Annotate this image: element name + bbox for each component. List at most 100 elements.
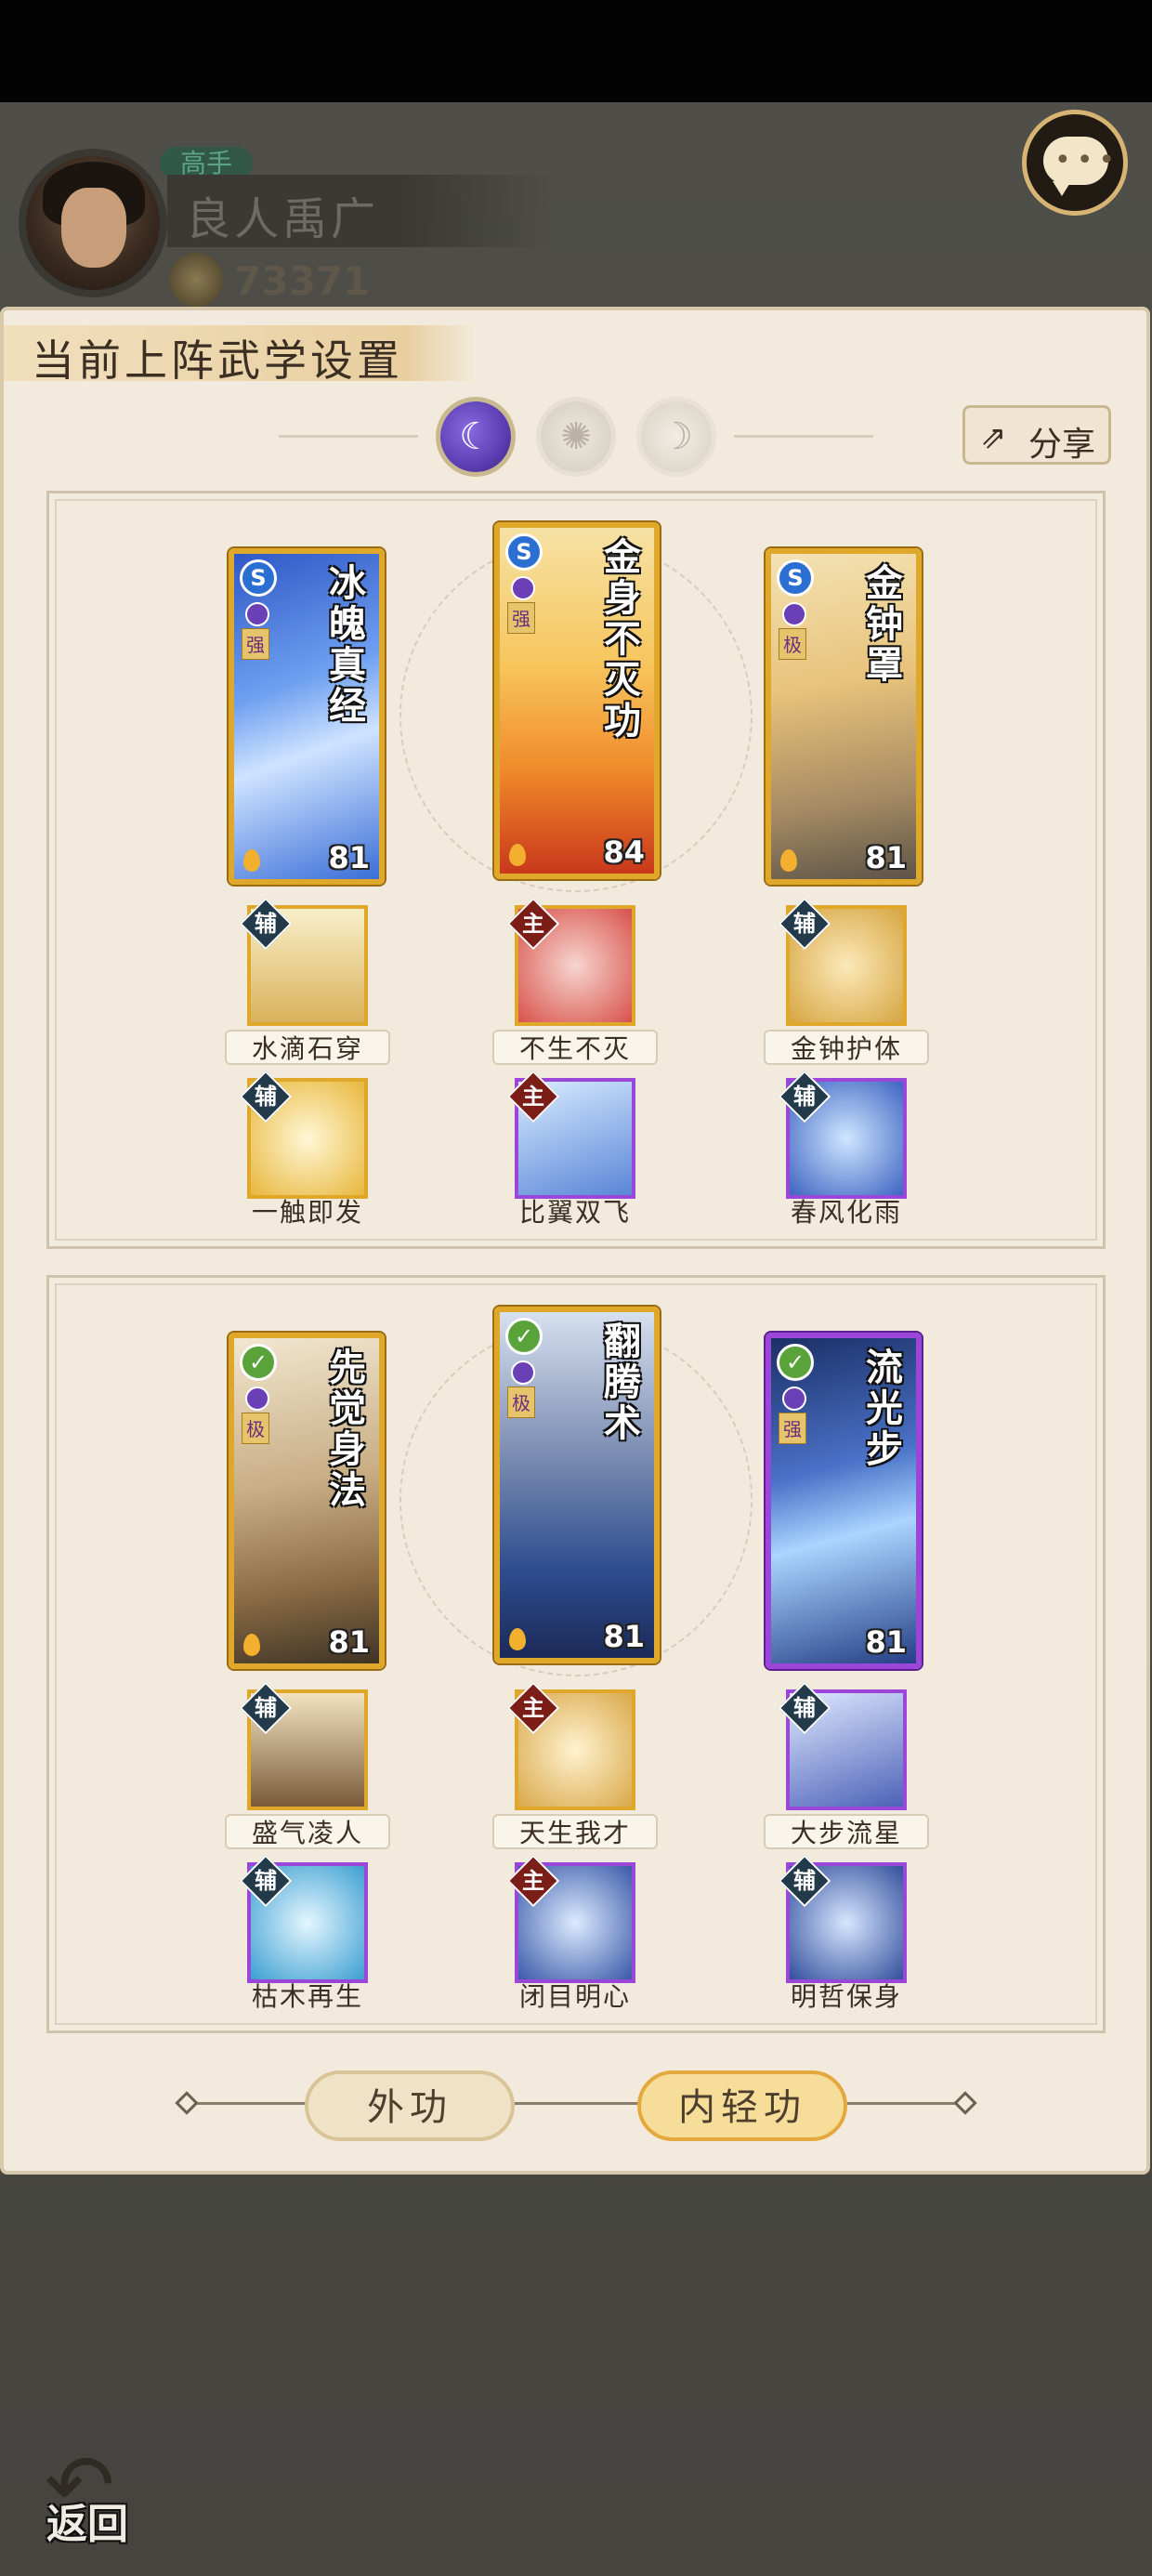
bottom-divider-right (847, 2102, 964, 2105)
skill-label: 大步流星 (764, 1814, 929, 1849)
card-title: 翻腾术 (604, 1320, 641, 1445)
tier-badge: 强 (779, 1413, 806, 1444)
crescent-icon: ☽ (660, 415, 693, 458)
skill-icon[interactable]: 辅 (778, 1070, 907, 1199)
bottom-divider-center (515, 2102, 639, 2105)
tier-badge: 强 (507, 602, 535, 634)
skill-label: 枯木再生 (251, 1981, 363, 2012)
skill-card-2[interactable]: S 强 金身不灭功 84 (494, 522, 660, 879)
tab-crescent[interactable]: ☽ (641, 401, 712, 472)
type-icon: ✓ (240, 1344, 277, 1381)
skill-label: 比翼双飞 (518, 1197, 631, 1228)
player-name: 良人禹广 (186, 193, 380, 245)
badge-text: 辅 (793, 1083, 816, 1110)
share-button[interactable]: ⇗ 分享 (962, 405, 1111, 465)
bottom-divider-left (186, 2102, 307, 2105)
moon-icon (245, 602, 269, 626)
card-level: 81 (328, 840, 370, 875)
badge-text: 辅 (255, 910, 277, 937)
coin-value: 73371 (234, 258, 371, 304)
tier-badge: 极 (779, 628, 806, 660)
card-level: 84 (603, 835, 645, 870)
tier-badge: 强 (242, 628, 269, 660)
back-label: 返回 (46, 2501, 128, 2548)
tab-divider-right (734, 435, 873, 438)
share-icon: ⇗ (980, 419, 1007, 456)
flame-icon (243, 1634, 260, 1656)
flame-icon (509, 844, 526, 866)
tier-badge: 极 (242, 1413, 269, 1444)
tab-divider-left (279, 435, 418, 438)
flame-icon (509, 1628, 526, 1650)
badge-text: 主 (522, 1083, 544, 1110)
skill-card-3[interactable]: S 极 金钟罩 81 (766, 548, 922, 885)
chat-dots-icon: ••• (1054, 144, 1121, 177)
purple-moon-icon: ☾ (459, 415, 492, 458)
card-title: 流光步 (866, 1346, 903, 1471)
skill-icon[interactable]: 辅 (778, 1681, 907, 1810)
chat-button[interactable]: ••• (1022, 110, 1128, 216)
sun-icon: ✺ (560, 415, 592, 458)
card-title: 金身不灭功 (604, 535, 641, 743)
skill-label: 不生不灭 (492, 1030, 658, 1065)
card-level: 81 (603, 1619, 645, 1654)
skill-icon[interactable]: 主 (506, 897, 635, 1026)
card-title: 冰魄真经 (329, 561, 366, 728)
badge-text: 主 (522, 910, 544, 937)
card-title: 金钟罩 (866, 561, 903, 687)
skill-icon[interactable]: 辅 (239, 1070, 368, 1199)
type-icon: ✓ (777, 1344, 814, 1381)
skill-icon[interactable]: 主 (506, 1681, 635, 1810)
card-level: 81 (865, 1624, 907, 1660)
tab-sun[interactable]: ✺ (541, 401, 611, 472)
skill-icon[interactable]: 辅 (778, 897, 907, 1026)
back-button[interactable]: ↶ 返回 (28, 2431, 149, 2548)
skill-icon[interactable]: 主 (506, 1854, 635, 1983)
badge-text: 主 (522, 1694, 544, 1721)
skill-label: 春风化雨 (790, 1197, 902, 1228)
moon-icon (511, 1360, 535, 1385)
skill-icon[interactable]: 辅 (239, 1681, 368, 1810)
type-icon: S (777, 559, 814, 597)
skill-icon[interactable]: 辅 (239, 1854, 368, 1983)
skill-icon[interactable]: 主 (506, 1070, 635, 1199)
skill-label: 明哲保身 (790, 1981, 902, 2012)
tab-outer-skills[interactable]: 外功 (305, 2070, 515, 2141)
tier-badge: 极 (507, 1387, 535, 1418)
flame-icon (243, 849, 260, 872)
type-icon: S (505, 533, 543, 571)
panel-title: 当前上阵武学设置 (32, 335, 403, 386)
skill-label: 闭目明心 (518, 1981, 631, 2012)
skill-card-4[interactable]: ✓ 极 先觉身法 81 (229, 1333, 385, 1669)
share-label: 分享 (1028, 426, 1096, 464)
moon-icon (782, 1387, 806, 1411)
moon-icon (245, 1387, 269, 1411)
badge-text: 辅 (793, 910, 816, 937)
card-level: 81 (328, 1624, 370, 1660)
status-bar (0, 0, 1152, 102)
type-icon: S (240, 559, 277, 597)
tab-inner-skills[interactable]: 内轻功 (637, 2070, 847, 2141)
flame-icon (780, 849, 797, 872)
skill-card-5[interactable]: ✓ 极 翻腾术 81 (494, 1307, 660, 1663)
skill-card-1[interactable]: S 强 冰魄真经 81 (229, 548, 385, 885)
skill-icon[interactable]: 辅 (239, 897, 368, 1026)
skill-label: 水滴石穿 (225, 1030, 390, 1065)
badge-text: 辅 (255, 1867, 277, 1894)
skill-card-6[interactable]: ✓ 强 流光步 81 (766, 1333, 922, 1669)
badge-text: 辅 (255, 1083, 277, 1110)
player-avatar[interactable] (19, 149, 167, 297)
tab-moon-purple[interactable]: ☾ (440, 401, 511, 472)
badge-text: 主 (522, 1867, 544, 1894)
skill-label: 一触即发 (251, 1197, 363, 1228)
badge-text: 辅 (793, 1694, 816, 1721)
skill-label: 金钟护体 (764, 1030, 929, 1065)
card-level: 81 (865, 840, 907, 875)
coin-icon (169, 253, 223, 307)
skill-label: 天生我才 (492, 1814, 658, 1849)
badge-text: 辅 (255, 1694, 277, 1721)
badge-text: 辅 (793, 1867, 816, 1894)
skill-label: 盛气凌人 (225, 1814, 390, 1849)
skill-icon[interactable]: 辅 (778, 1854, 907, 1983)
moon-icon (782, 602, 806, 626)
